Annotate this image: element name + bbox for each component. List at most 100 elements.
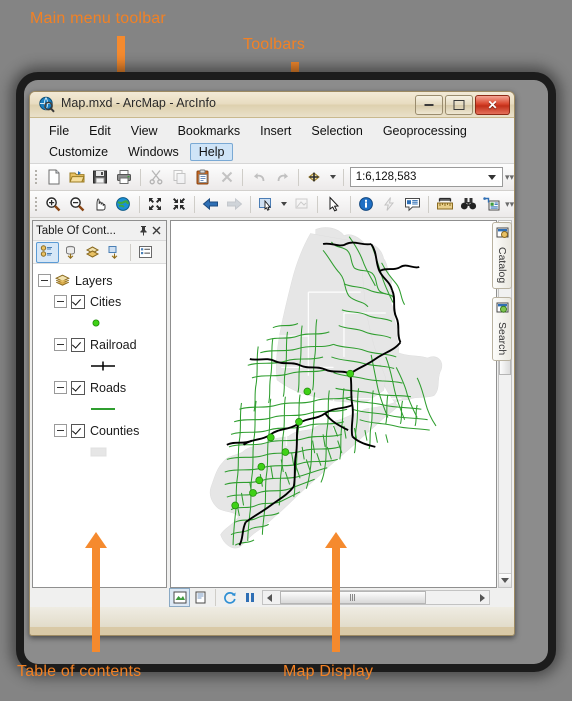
print-icon[interactable] xyxy=(113,166,134,188)
add-data-dropdown-caret[interactable] xyxy=(329,175,336,179)
select-features-icon[interactable] xyxy=(256,193,277,215)
toolbar-grip[interactable] xyxy=(33,195,40,213)
open-folder-icon[interactable] xyxy=(66,166,87,188)
standard-toolbar: 1:6,128,583 ▾▾ xyxy=(30,164,514,191)
layer-label-cities: Cities xyxy=(90,294,122,309)
layer-label-railroad: Railroad xyxy=(90,337,137,352)
toc-options-icon[interactable] xyxy=(135,243,156,262)
close-icon: ✕ xyxy=(487,98,498,112)
menu-item-edit[interactable]: Edit xyxy=(80,122,120,140)
expand-collapse-icon[interactable] xyxy=(54,338,67,351)
menu-item-windows[interactable]: Windows xyxy=(119,143,188,161)
dock-tab-search-label: Search xyxy=(496,322,508,356)
scroll-right-button[interactable] xyxy=(476,591,489,604)
find-binoculars-icon[interactable] xyxy=(458,193,479,215)
layer-node-roads[interactable]: Roads xyxy=(38,377,166,398)
cut-scissors-icon xyxy=(146,166,167,188)
annotation-table-of-contents: Table of contents xyxy=(17,663,142,680)
arcmap-globe-icon xyxy=(38,96,55,113)
list-by-selection-icon[interactable] xyxy=(104,243,125,262)
layout-view-button[interactable] xyxy=(191,589,210,606)
expand-collapse-icon[interactable] xyxy=(38,274,51,287)
menu-item-insert[interactable]: Insert xyxy=(251,122,300,140)
main-menu-toolbar: File Edit View Bookmarks Insert Selectio… xyxy=(30,118,514,164)
scroll-left-button[interactable] xyxy=(263,591,276,604)
toolbar-separator xyxy=(242,168,244,186)
expand-collapse-icon[interactable] xyxy=(54,381,67,394)
chevron-down-icon[interactable] xyxy=(487,175,496,180)
select-elements-arrow-icon[interactable] xyxy=(323,193,344,215)
dock-tab-catalog[interactable]: Catalog xyxy=(492,222,512,290)
map-scale-combobox[interactable]: 1:6,128,583 xyxy=(349,167,503,187)
layer-label-counties: Counties xyxy=(90,423,140,438)
select-features-dropdown-caret[interactable] xyxy=(281,202,288,206)
restore-button[interactable] xyxy=(445,95,473,115)
horizontal-scroll-thumb[interactable] xyxy=(280,591,426,604)
paste-clipboard-icon[interactable] xyxy=(193,166,214,188)
layer-node-counties[interactable]: Counties xyxy=(38,420,166,441)
list-by-source-icon[interactable] xyxy=(60,243,81,262)
menu-item-help[interactable]: Help xyxy=(189,143,234,161)
layer-node-cities[interactable]: Cities xyxy=(38,291,166,312)
toolbar-grip[interactable] xyxy=(33,168,40,186)
layer-checkbox-cities[interactable] xyxy=(71,294,85,309)
close-button[interactable]: ✕ xyxy=(475,95,510,115)
arrow-map-display xyxy=(325,532,347,652)
right-dock-tabs: Catalog Search xyxy=(492,222,512,369)
pan-hand-icon[interactable] xyxy=(89,193,110,215)
save-icon[interactable] xyxy=(90,166,111,188)
window-controls: ✕ xyxy=(415,95,510,115)
layer-symbol-railroad xyxy=(38,355,166,377)
dock-tab-search[interactable]: Search xyxy=(492,297,512,362)
identify-info-icon[interactable] xyxy=(356,193,377,215)
annotation-toolbars: Toolbars xyxy=(243,36,306,53)
add-data-icon[interactable] xyxy=(304,166,325,188)
html-popup-icon[interactable] xyxy=(402,193,423,215)
menu-item-view[interactable]: View xyxy=(122,122,167,140)
menu-item-file[interactable]: File xyxy=(40,122,78,140)
list-by-drawing-order-icon[interactable] xyxy=(36,241,59,263)
hyperlink-lightning-icon xyxy=(379,193,400,215)
horizontal-scroll-track[interactable] xyxy=(276,591,476,604)
menu-item-bookmarks[interactable]: Bookmarks xyxy=(169,122,250,140)
zoom-out-icon[interactable] xyxy=(66,193,87,215)
toolbar-overflow-chevron[interactable]: ▾▾ xyxy=(505,200,514,209)
go-to-xy-icon[interactable] xyxy=(481,193,502,215)
toolbar-separator xyxy=(138,195,140,213)
layer-node-railroad[interactable]: Railroad xyxy=(38,334,166,355)
list-by-visibility-icon[interactable] xyxy=(82,243,103,262)
layer-checkbox-roads[interactable] xyxy=(71,380,85,395)
fixed-zoom-out-icon[interactable] xyxy=(168,193,189,215)
pin-icon[interactable] xyxy=(137,224,150,237)
scroll-down-button[interactable] xyxy=(499,573,511,587)
go-back-extent-icon[interactable] xyxy=(200,193,221,215)
new-document-icon[interactable] xyxy=(43,166,64,188)
data-view-button[interactable] xyxy=(169,588,190,607)
menu-row-1: File Edit View Bookmarks Insert Selectio… xyxy=(30,120,514,141)
menu-item-selection[interactable]: Selection xyxy=(302,122,371,140)
pause-drawing-button[interactable] xyxy=(240,589,259,606)
window-title-bar: Map.mxd - ArcMap - ArcInfo ✕ xyxy=(30,92,514,118)
close-icon[interactable] xyxy=(150,224,163,237)
zoom-in-icon[interactable] xyxy=(43,193,64,215)
menu-row-2: Customize Windows Help xyxy=(30,141,514,163)
map-horizontal-scrollbar[interactable] xyxy=(262,590,490,605)
layer-checkbox-counties[interactable] xyxy=(71,423,85,438)
menu-item-geoprocessing[interactable]: Geoprocessing xyxy=(374,122,476,140)
measure-ruler-icon[interactable] xyxy=(434,193,455,215)
expand-collapse-icon[interactable] xyxy=(54,295,67,308)
copy-icon xyxy=(169,166,190,188)
arrow-table-of-contents xyxy=(85,532,107,652)
refresh-view-button[interactable] xyxy=(220,589,239,606)
full-extent-globe-icon[interactable] xyxy=(113,193,134,215)
layers-root-node[interactable]: Layers xyxy=(38,270,166,291)
status-separator xyxy=(215,589,216,606)
toolbar-overflow-chevron[interactable]: ▾▾ xyxy=(505,173,514,182)
search-icon xyxy=(496,301,509,319)
dock-tab-catalog-label: Catalog xyxy=(496,247,508,284)
layer-checkbox-railroad[interactable] xyxy=(71,337,85,352)
expand-collapse-icon[interactable] xyxy=(54,424,67,437)
menu-item-customize[interactable]: Customize xyxy=(40,143,117,161)
minimize-button[interactable] xyxy=(415,95,443,115)
fixed-zoom-in-icon[interactable] xyxy=(145,193,166,215)
